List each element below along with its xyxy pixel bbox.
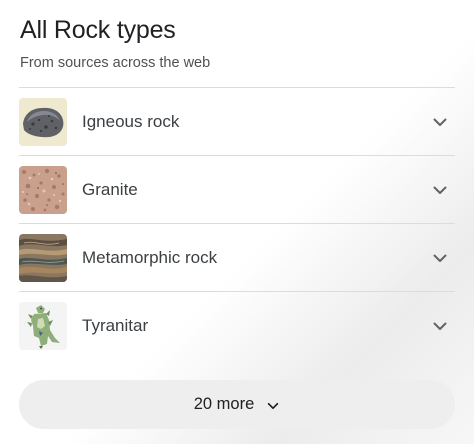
list-item-metamorphic-rock[interactable]: Metamorphic rock bbox=[19, 223, 455, 291]
tyranitar-thumbnail bbox=[19, 301, 67, 350]
list-item-tyranitar[interactable]: Tyranitar bbox=[19, 291, 455, 359]
chevron-down-icon[interactable] bbox=[432, 114, 448, 130]
rock-type-list: Igneous rock Granite Metamorphic rock Ty… bbox=[19, 87, 455, 359]
list-item-label: Tyranitar bbox=[82, 315, 149, 335]
list-item-igneous-rock[interactable]: Igneous rock bbox=[19, 87, 455, 155]
card-subtitle: From sources across the web bbox=[20, 55, 211, 71]
list-item-label: Granite bbox=[82, 179, 138, 199]
list-item-granite[interactable]: Granite bbox=[19, 155, 455, 223]
igneous-rock-thumbnail bbox=[19, 97, 67, 146]
card-title: All Rock types bbox=[20, 16, 176, 44]
list-item-label: Metamorphic rock bbox=[82, 247, 218, 267]
rock-types-card: All Rock types From sources across the w… bbox=[0, 0, 474, 444]
chevron-down-icon[interactable] bbox=[432, 250, 448, 266]
list-item-label: Igneous rock bbox=[82, 111, 180, 131]
show-more-label: 20 more bbox=[193, 395, 255, 413]
show-more-button[interactable]: 20 more bbox=[19, 380, 455, 429]
metamorphic-rock-thumbnail bbox=[19, 233, 67, 282]
chevron-down-icon[interactable] bbox=[432, 182, 448, 198]
granite-thumbnail bbox=[19, 165, 67, 214]
chevron-down-icon bbox=[268, 402, 279, 409]
chevron-down-icon[interactable] bbox=[432, 318, 448, 334]
